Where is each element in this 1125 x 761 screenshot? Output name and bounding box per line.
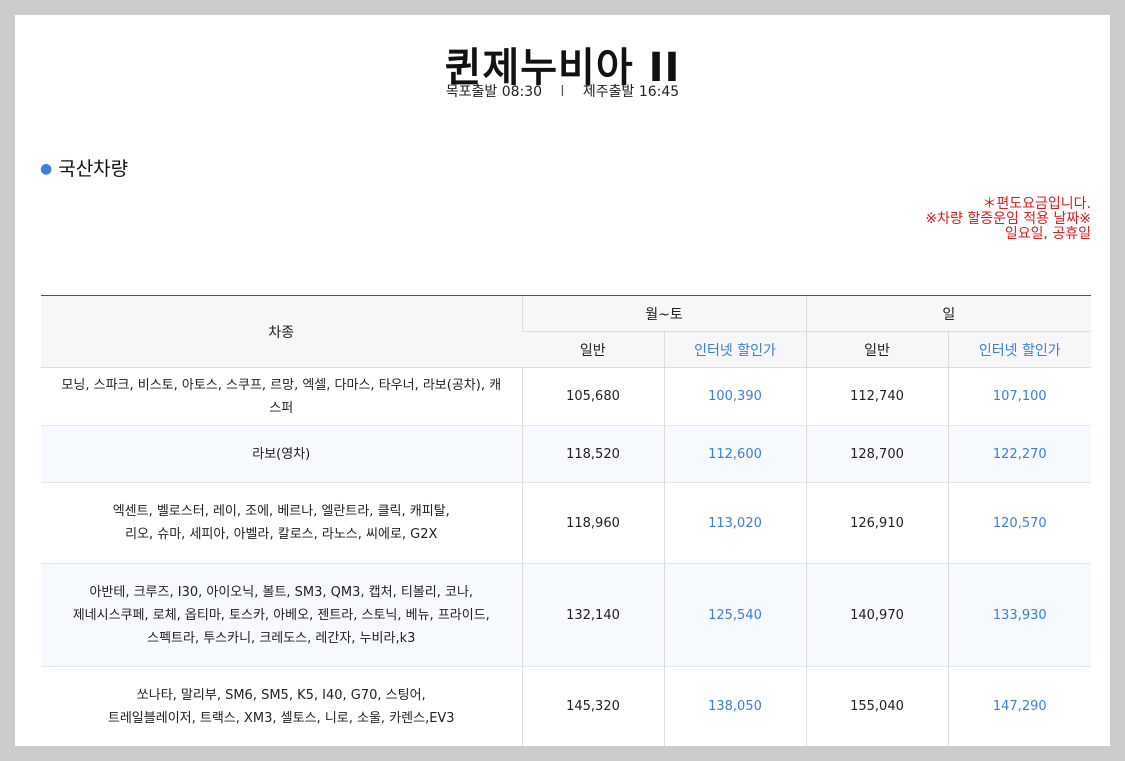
fare-notes: ＊편도요금입니다. ※차량 할증운임 적용 날짜※ 일요일, 공휴일 bbox=[925, 197, 1091, 242]
note-line: ※차량 할증운임 적용 날짜※ bbox=[925, 211, 1091, 227]
vehicle-list: 쏘나타, 말리부, SM6, SM5, K5, I40, G70, 스팅어, 트… bbox=[41, 666, 522, 746]
vehicle-list-line: 트레일블레이저, 트랙스, XM3, 셀토스, 니로, 소울, 카렌스,EV3 bbox=[107, 710, 455, 726]
weekday-group-header: 월~토 bbox=[521, 295, 806, 332]
vehicle-list-line: 스펙트라, 투스카니, 크레도스, 레간자, 누비라,k3 bbox=[147, 630, 416, 646]
table-row: 모닝, 스파크, 비스토, 아토스, 스쿠프, 르망, 엑셀, 다마스, 타우너… bbox=[41, 367, 1092, 426]
sunday-internet-fare: 133,930 bbox=[947, 563, 1092, 667]
section-title: 국산차량 bbox=[58, 158, 129, 180]
vehicle-list-line: 쏘나타, 말리부, SM6, SM5, K5, I40, G70, 스팅어, bbox=[136, 687, 426, 703]
sunday-internet-fare: 107,100 bbox=[947, 367, 1092, 426]
sunday-regular-fare: 126,910 bbox=[805, 482, 948, 564]
vehicle-list-line: 라보(영차) bbox=[252, 446, 311, 462]
vehicle-list: 모닝, 스파크, 비스토, 아토스, 스쿠프, 르망, 엑셀, 다마스, 타우너… bbox=[41, 367, 522, 426]
table-row: 엑센트, 벨로스터, 레이, 조에, 베르나, 엘란트라, 클릭, 캐피탈, 리… bbox=[41, 482, 1092, 564]
weekday-regular-fare: 105,680 bbox=[521, 367, 664, 426]
vehicle-list: 아반테, 크루즈, I30, 아이오닉, 볼트, SM3, QM3, 캡처, 티… bbox=[41, 563, 522, 667]
vehicle-list-line: 모닝, 스파크, 비스토, 아토스, 스쿠프, 르망, 엑셀, 다마스, 타우너… bbox=[61, 377, 502, 416]
vehicle-list-line: 리오, 슈마, 세피아, 아벨라, 칼로스, 라노스, 씨에로, G2X bbox=[125, 527, 438, 542]
weekday-internet-fare: 100,390 bbox=[663, 367, 806, 426]
weekday-internet-fare: 138,050 bbox=[663, 666, 806, 746]
weekday-internet-header: 인터넷 할인가 bbox=[663, 331, 806, 368]
note-line: 일요일, 공휴일 bbox=[1004, 226, 1091, 242]
vehicle-type-header: 차종 bbox=[41, 295, 522, 368]
weekday-regular-fare: 118,960 bbox=[521, 482, 664, 564]
sunday-regular-header: 일반 bbox=[805, 331, 948, 368]
vehicle-list: 엑센트, 벨로스터, 레이, 조에, 베르나, 엘란트라, 클릭, 캐피탈, 리… bbox=[41, 482, 522, 564]
sunday-internet-header: 인터넷 할인가 bbox=[947, 331, 1092, 368]
fare-table: 차종 월~토 일 일반 인터넷 할인가 일반 인터넷 할인가 모닝, 스파크, … bbox=[41, 295, 1092, 746]
sunday-regular-fare: 128,700 bbox=[805, 425, 948, 483]
weekday-internet-fare: 125,540 bbox=[663, 563, 806, 667]
vehicle-list-line: 제네시스쿠페, 로체, 옵티마, 토스카, 아베오, 젠트라, 스토닉, 베뉴,… bbox=[72, 607, 490, 623]
sunday-regular-fare: 155,040 bbox=[805, 666, 948, 746]
fare-table-wrapper: 차종 월~토 일 일반 인터넷 할인가 일반 인터넷 할인가 모닝, 스파크, … bbox=[41, 295, 1092, 746]
fare-page: 퀸제누비아 II 목포출발 08:30 l 제주출발 16:45 ● 국산차량 ＊… bbox=[15, 15, 1110, 746]
vehicle-list-line: 엑센트, 벨로스터, 레이, 조에, 베르나, 엘란트라, 클릭, 캐피탈, bbox=[112, 504, 450, 519]
weekday-regular-fare: 145,320 bbox=[521, 666, 664, 746]
sunday-internet-fare: 122,270 bbox=[947, 425, 1092, 483]
weekday-internet-fare: 113,020 bbox=[663, 482, 806, 564]
table-row: 쏘나타, 말리부, SM6, SM5, K5, I40, G70, 스팅어, 트… bbox=[41, 666, 1092, 746]
schedule-line: 목포출발 08:30 l 제주출발 16:45 bbox=[15, 81, 1110, 101]
sunday-internet-fare: 120,570 bbox=[947, 482, 1092, 564]
weekday-regular-header: 일반 bbox=[522, 331, 664, 368]
sunday-regular-fare: 140,970 bbox=[805, 563, 948, 667]
weekday-regular-fare: 118,520 bbox=[521, 425, 664, 483]
bullet-icon: ● bbox=[40, 161, 53, 177]
note-line: ＊편도요금입니다. bbox=[982, 196, 1091, 212]
weekday-regular-fare: 132,140 bbox=[521, 563, 664, 667]
table-row: 라보(영차) 118,520 112,600 128,700 122,270 bbox=[41, 425, 1092, 483]
table-row: 아반테, 크루즈, I30, 아이오닉, 볼트, SM3, QM3, 캡처, 티… bbox=[41, 563, 1092, 667]
sunday-regular-fare: 112,740 bbox=[805, 367, 948, 426]
schedule-separator: l bbox=[560, 84, 565, 100]
mokpo-departure: 목포출발 08:30 bbox=[445, 84, 543, 100]
sunday-internet-fare: 147,290 bbox=[947, 666, 1092, 746]
jeju-departure: 제주출발 16:45 bbox=[582, 84, 680, 100]
vehicle-list-line: 아반테, 크루즈, I30, 아이오닉, 볼트, SM3, QM3, 캡처, 티… bbox=[89, 584, 474, 600]
section-heading: ● 국산차량 bbox=[40, 154, 128, 181]
vehicle-list: 라보(영차) bbox=[41, 425, 522, 483]
sunday-group-header: 일 bbox=[805, 295, 1092, 332]
weekday-internet-fare: 112,600 bbox=[663, 425, 806, 483]
